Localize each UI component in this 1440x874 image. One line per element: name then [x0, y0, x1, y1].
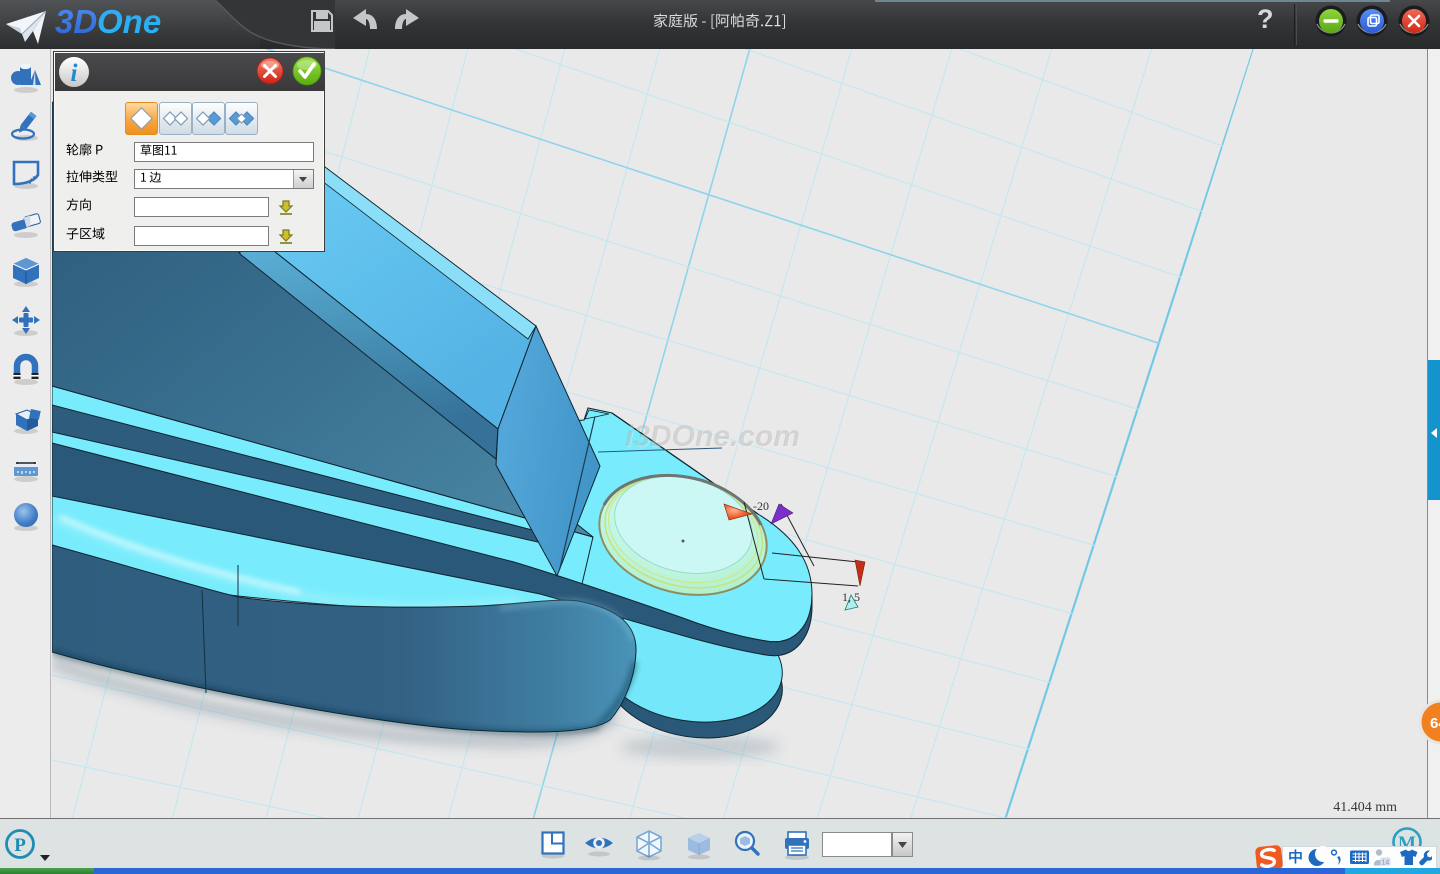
svg-text:64: 64 [1430, 715, 1440, 732]
svg-text:P: P [14, 835, 26, 856]
svg-text:14: 14 [1382, 860, 1390, 867]
svg-text:-20: -20 [753, 499, 769, 513]
svg-text:41.404 mm: 41.404 mm [1333, 800, 1397, 815]
svg-text:1, 5: 1, 5 [842, 590, 860, 604]
svg-text:i3DOne.com: i3DOne.com [625, 420, 800, 453]
svg-text:i: i [71, 60, 78, 87]
